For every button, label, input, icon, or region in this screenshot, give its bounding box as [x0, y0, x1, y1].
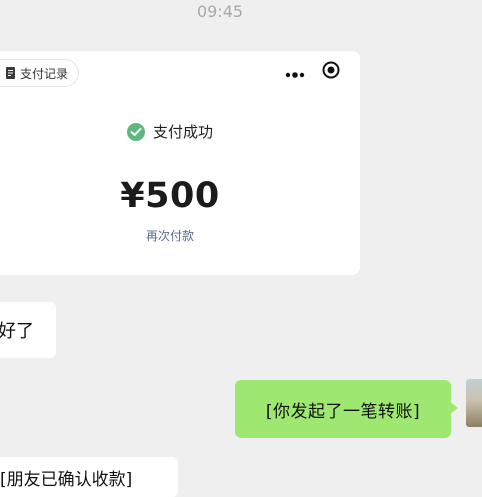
repay-link[interactable]: 再次付款	[0, 227, 360, 244]
transfer-confirmed-text: [朋友已确认收款]	[0, 469, 133, 490]
more-button[interactable]	[282, 60, 308, 84]
mini-program-capsule	[282, 60, 344, 84]
document-icon	[6, 67, 15, 79]
payment-amount: ¥500	[120, 176, 220, 216]
target-icon	[322, 61, 340, 83]
received-message-bubble[interactable]: 好了	[0, 302, 56, 358]
chat-timestamp: 09:45	[196, 2, 244, 21]
received-message-text: 好了	[0, 321, 34, 342]
sent-transfer-bubble[interactable]: [你发起了一笔转账]	[235, 380, 458, 438]
payment-records-label: 支付记录	[20, 66, 69, 81]
payment-card[interactable]: 支付记录 支付成功 ¥500 再次付款	[0, 51, 360, 275]
payment-status: 支付成功	[0, 121, 360, 142]
more-icon	[285, 63, 305, 82]
avatar[interactable]	[466, 379, 482, 427]
sent-transfer-text: [你发起了一笔转账]	[265, 401, 421, 422]
payment-records-link[interactable]: 支付记录	[0, 59, 80, 87]
payment-status-text: 支付成功	[152, 123, 213, 141]
transfer-confirmed-bubble[interactable]: [朋友已确认收款]	[0, 457, 178, 497]
close-mini-program-button[interactable]	[318, 60, 344, 84]
check-icon	[126, 122, 145, 141]
